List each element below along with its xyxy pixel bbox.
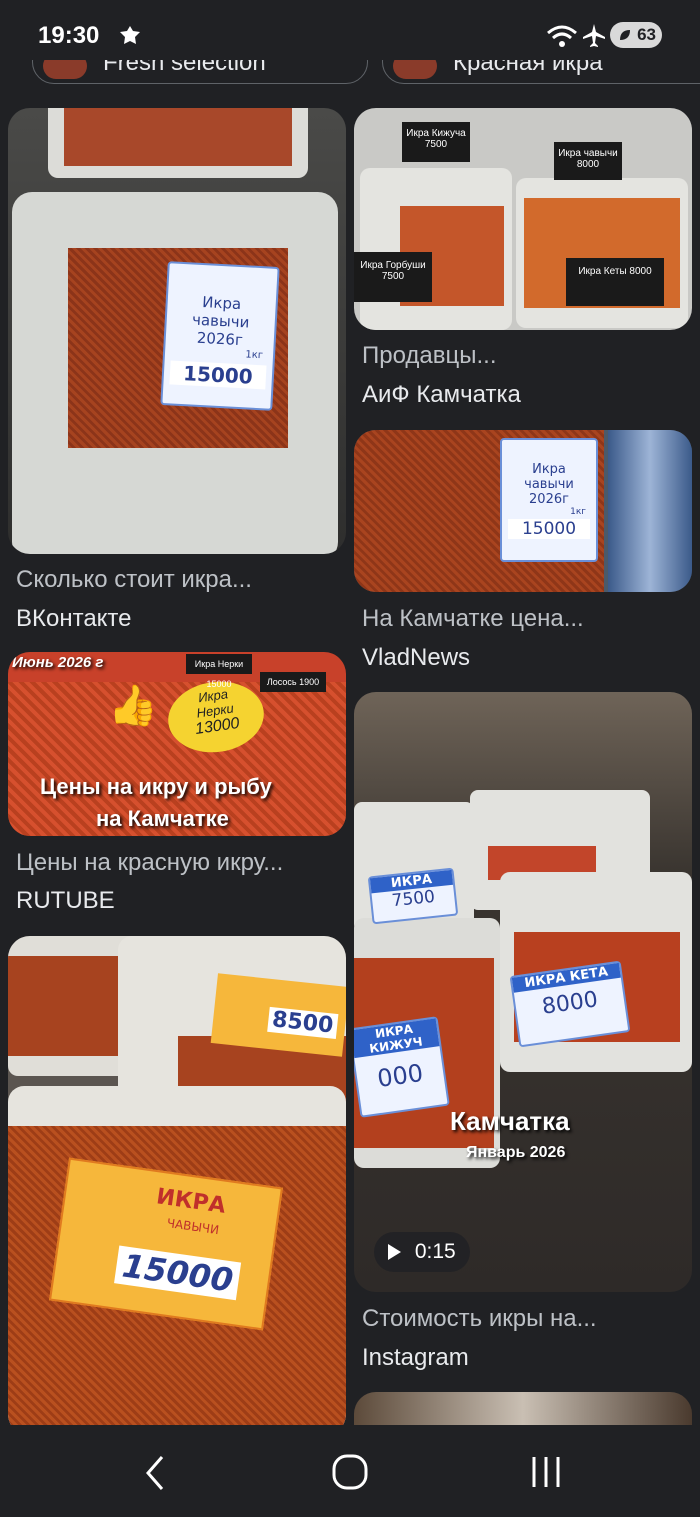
- status-bar: 19:30 63: [0, 0, 700, 60]
- back-button[interactable]: [124, 1453, 184, 1493]
- result-image[interactable]: Икра чавычи 2026г 1кг 15000: [354, 430, 692, 592]
- thumbs-up-icon: 👍: [108, 684, 158, 728]
- tray: [48, 108, 308, 178]
- chip-thumbnail: [43, 60, 87, 79]
- overlay-date: Январь 2026: [466, 1144, 566, 1161]
- price-tag: Икра Горбуши 7500: [354, 252, 432, 302]
- overlay-place: Камчатка: [450, 1106, 570, 1136]
- chip-thumbnail: [393, 60, 437, 79]
- result-title[interactable]: Продавцы...: [362, 342, 497, 370]
- status-time: 19:30: [38, 22, 100, 49]
- result-image[interactable]: Июнь 2026 г Икра Нерки 13000 👍 Икра Нерк…: [8, 652, 346, 836]
- price-tag: Икра Кижуча 7500: [402, 122, 470, 162]
- price-tag: ИКРА КИЖУЧ 000: [354, 1016, 450, 1118]
- price-tag: Икра чавычи 8000: [554, 142, 622, 180]
- wifi-icon: [547, 25, 577, 47]
- system-navigation-bar: [0, 1425, 700, 1517]
- price-tag: ИКРА 7500: [367, 867, 459, 925]
- price-tag: 8500: [210, 973, 346, 1057]
- price-tag: ИКРА КЕТА 8000: [509, 960, 631, 1048]
- result-source[interactable]: VladNews: [362, 644, 470, 672]
- price-tag: Лосось 1900: [260, 672, 326, 692]
- home-button[interactable]: [320, 1453, 380, 1493]
- cans: [608, 430, 692, 592]
- result-image[interactable]: ИКРА 7500 ИКРА КЕТА 8000 ИКРА КИЖУЧ 000 …: [354, 692, 692, 1292]
- caviar: [64, 108, 292, 166]
- chip-label: Красная икра: [453, 60, 603, 76]
- chip-label: Fresh selection: [103, 60, 266, 76]
- battery-level: 63: [637, 25, 656, 44]
- result-title[interactable]: На Камчатке цена...: [362, 605, 584, 633]
- price-tag: ИКРА ЧАВЫЧИ 15000: [49, 1157, 283, 1331]
- price-tag: Икра Нерки 15000: [186, 654, 252, 689]
- result-title[interactable]: Сколько стоит икра...: [16, 566, 252, 594]
- result-source[interactable]: RUTUBE: [16, 887, 115, 915]
- overlay-date: Июнь 2026 г: [12, 654, 104, 671]
- play-icon: [388, 1244, 401, 1261]
- video-duration: 0:15: [414, 1240, 456, 1263]
- result-source[interactable]: Instagram: [362, 1344, 469, 1372]
- notification-icon: [120, 26, 140, 44]
- result-image[interactable]: 8500 ИКРА ЧАВЫЧИ 15000: [8, 936, 346, 1436]
- result-title[interactable]: Стоимость икры на...: [362, 1305, 597, 1333]
- recent-apps-button[interactable]: [516, 1453, 576, 1493]
- price-tag: Икра Кеты 8000: [566, 258, 664, 306]
- result-image[interactable]: Икра чавычи 2026г 1кг 15000: [8, 108, 346, 554]
- price-value: 15000: [508, 519, 590, 539]
- overlay-title-line1: Цены на икру и рыбу: [40, 774, 272, 799]
- chip-fresh-selection[interactable]: Fresh selection: [32, 60, 368, 84]
- price-tag: Икра чавычи 2026г 1кг 15000: [500, 438, 598, 562]
- result-title[interactable]: Цены на красную икру...: [16, 849, 283, 877]
- price-value: 8500: [266, 1006, 339, 1039]
- result-source[interactable]: АиФ Камчатка: [362, 381, 521, 409]
- video-duration-badge: 0:15: [374, 1232, 470, 1272]
- overlay-title-line2: на Камчатке: [96, 806, 229, 831]
- result-image[interactable]: Икра Кижуча 7500 Икра чавычи 8000 Икра Г…: [354, 108, 692, 330]
- filter-chips-row: Fresh selection Красная икра: [0, 60, 700, 90]
- price-value: 15000: [169, 360, 267, 390]
- battery-indicator: 63: [610, 22, 662, 48]
- chip-red-caviar[interactable]: Красная икра: [382, 60, 700, 84]
- battery-saver-icon: [620, 30, 630, 40]
- tray: [360, 168, 512, 330]
- price-value: 15000: [114, 1245, 242, 1301]
- price-tag: Икра чавычи 2026г 1кг 15000: [160, 261, 280, 411]
- result-source[interactable]: ВКонтакте: [16, 605, 132, 633]
- airplane-icon: [583, 24, 605, 47]
